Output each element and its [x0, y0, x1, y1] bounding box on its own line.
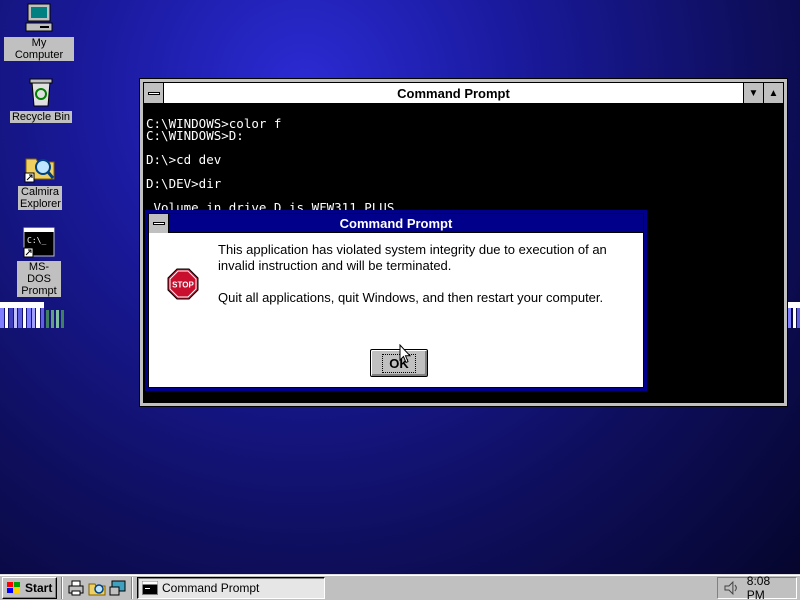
desktop-icon-label: Calmira Explorer [18, 186, 62, 210]
stop-icon-text: STOP [172, 281, 194, 290]
dialog-message: This application has violated system int… [218, 242, 638, 322]
right-edge-artifact [786, 302, 800, 328]
taskbar: Start Command Prompt 8:08 PM [0, 574, 800, 600]
dialog-message-line-2: Quit all applications, quit Windows, and… [218, 290, 604, 305]
windows-logo-icon [7, 581, 20, 593]
left-edge-artifact [0, 302, 64, 328]
minimize-button[interactable]: ▼ [743, 83, 763, 103]
desktop-icon-label: MS-DOS Prompt [17, 261, 61, 297]
error-dialog[interactable]: Command Prompt STOP This application has… [145, 210, 647, 391]
console-line: C:\WINDOWS>D: [146, 128, 244, 143]
window-titlebar[interactable]: Command Prompt ▼ ▲ [144, 83, 783, 104]
system-menu-icon [152, 221, 165, 225]
console-line: D:\>cd dev [146, 152, 222, 167]
mouse-cursor-icon [399, 344, 411, 364]
desktop-icon-recycle-bin[interactable]: Recycle Bin [6, 76, 76, 123]
maximize-arrow-icon: ▲ [768, 87, 779, 99]
taskbar-button-label: Command Prompt [162, 580, 260, 595]
system-menu-icon [147, 91, 160, 95]
start-button[interactable]: Start [2, 576, 57, 599]
desktop-icon-calmira-explorer[interactable]: Calmira Explorer [5, 151, 75, 210]
explorer-icon [24, 151, 56, 183]
stop-icon: STOP [167, 268, 199, 300]
maximize-button[interactable]: ▲ [763, 83, 783, 103]
desktop-quick-launch-icon[interactable] [109, 579, 127, 597]
console-line: D:\DEV>dir [146, 176, 222, 191]
taskbar-separator [131, 576, 133, 599]
start-label: Start [25, 580, 53, 595]
desktop-icon-label: Recycle Bin [9, 111, 73, 123]
msdos-small-icon [142, 580, 158, 595]
dialog-titlebar[interactable]: Command Prompt [149, 213, 643, 233]
taskbar-separator [61, 576, 63, 599]
clock[interactable]: 8:08 PM [747, 574, 791, 600]
msdos-icon-text: C:\_ [27, 236, 46, 245]
dialog-title: Command Prompt [339, 215, 453, 231]
taskbar-button-command-prompt[interactable]: Command Prompt [137, 576, 325, 599]
dialog-body: Command Prompt STOP This application has… [148, 213, 644, 388]
explorer-quick-launch-icon[interactable] [88, 579, 106, 597]
printer-icon[interactable] [67, 579, 85, 597]
dialog-system-menu-button[interactable] [149, 213, 169, 233]
system-menu-button[interactable] [144, 83, 164, 103]
quick-launch [67, 579, 127, 597]
desktop-icon-msdos-prompt[interactable]: C:\_ MS-DOS Prompt [4, 226, 74, 297]
computer-icon [23, 2, 55, 34]
system-tray: 8:08 PM [717, 574, 797, 600]
msdos-icon: C:\_ [23, 226, 55, 258]
dialog-message-line-1: This application has violated system int… [218, 242, 607, 273]
desktop-icon-label: My Computer [4, 37, 74, 61]
recycle-bin-icon [25, 76, 57, 108]
window-title: Command Prompt [397, 85, 510, 101]
minimize-arrow-icon: ▼ [748, 87, 759, 99]
desktop-icon-my-computer[interactable]: My Computer [4, 2, 74, 61]
speaker-icon[interactable] [723, 580, 741, 596]
